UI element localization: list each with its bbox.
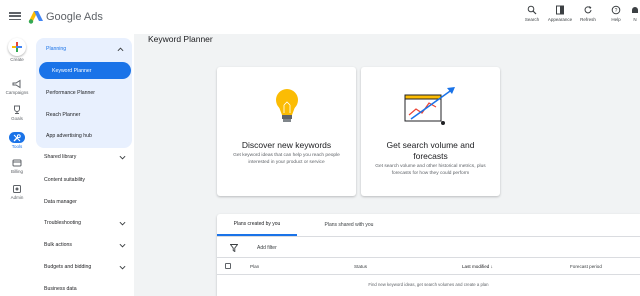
left-rail: Create Campaigns Goals Tools Billing Adm… [0, 34, 34, 296]
svg-text:?: ? [615, 8, 618, 14]
column-header-status[interactable]: Status [354, 264, 367, 269]
select-all-checkbox[interactable] [225, 263, 231, 269]
megaphone-icon [12, 79, 21, 89]
search-label: Search [524, 17, 540, 22]
tabs-divider [217, 236, 640, 237]
rail-item-campaigns[interactable]: Campaigns [0, 79, 34, 95]
add-filter-button[interactable]: Add filter [257, 245, 277, 251]
page-title: Keyword Planner [148, 34, 213, 44]
tools-icon [13, 133, 21, 141]
help-icon: ? [611, 5, 621, 15]
tab-plans-created-by-you[interactable]: Plans created by you [217, 214, 297, 236]
nav-item-reach-planner[interactable]: Reach Planner [46, 112, 80, 118]
empty-state-text: Find new keyword ideas, get search volum… [368, 282, 489, 287]
search-icon [527, 5, 537, 15]
search-volume-title-line2: forecasts [413, 151, 448, 161]
planning-section: Planning Keyword Planner Performance Pla… [36, 38, 132, 148]
trend-chart-icon [404, 87, 455, 125]
rail-item-tools[interactable]: Tools [0, 132, 34, 149]
google-ads-logo [28, 11, 43, 24]
create-label: Create [10, 57, 24, 62]
admin-label: Admin [10, 195, 24, 200]
appearance-label: Appearance [547, 17, 573, 22]
rail-item-goals[interactable]: Goals [0, 105, 34, 121]
rail-item-create[interactable]: Create [0, 38, 34, 62]
refresh-icon [584, 6, 592, 14]
nav-item-budgets-and-bidding[interactable]: Budgets and bidding [44, 264, 91, 270]
admin-gear-icon [13, 185, 21, 193]
last-modified-label: Last modified [462, 264, 490, 269]
nav-item-data-manager[interactable]: Data manager [44, 199, 77, 205]
rail-item-admin[interactable]: Admin [0, 184, 34, 200]
notifications-button[interactable]: N [630, 5, 640, 22]
menu-icon[interactable] [9, 10, 21, 22]
top-bar: Google Ads Search Appearance Refresh ? H… [0, 0, 640, 34]
nav-item-content-suitability[interactable]: Content suitability [44, 177, 85, 183]
tab-plans-shared-with-you[interactable]: Plans shared with you [309, 214, 389, 236]
tools-nav-panel: Planning Keyword Planner Performance Pla… [34, 34, 134, 296]
chevron-down-icon[interactable] [119, 220, 126, 227]
nav-item-business-data[interactable]: Business data [44, 286, 77, 292]
search-volume-forecasts-card[interactable]: Get search volume and forecasts Get searc… [361, 67, 500, 196]
arrow-down-icon: ↓ [490, 264, 493, 269]
filter-divider [217, 257, 640, 258]
tools-active-indicator [9, 132, 25, 143]
trophy-icon [14, 105, 20, 114]
appearance-icon [556, 5, 564, 15]
column-header-forecast-period[interactable]: Forecast period [570, 264, 602, 269]
lightbulb-icon [276, 89, 298, 122]
discover-keywords-title: Discover new keywords [241, 140, 332, 150]
filter-icon[interactable] [230, 244, 238, 252]
credit-card-icon [12, 159, 22, 167]
refresh-label: Refresh [580, 17, 596, 22]
billing-label: Billing [10, 169, 23, 174]
header-actions: Search Appearance Refresh ? Help N [518, 5, 640, 22]
search-button[interactable]: Search [518, 5, 546, 22]
nav-item-keyword-planner[interactable]: Keyword Planner [39, 62, 131, 79]
goals-label: Goals [11, 116, 23, 121]
appearance-button[interactable]: Appearance [546, 5, 574, 22]
header-divider [217, 274, 640, 275]
chevron-down-icon[interactable] [119, 242, 126, 249]
discover-keywords-card[interactable]: Discover new keywords Get keyword ideas … [217, 67, 356, 196]
brand-name: Google Ads [46, 11, 103, 23]
create-button[interactable] [8, 38, 26, 56]
nav-item-shared-library[interactable]: Shared library [44, 154, 76, 160]
column-header-last-modified[interactable]: Last modified ↓ [462, 264, 493, 269]
nav-item-bulk-actions[interactable]: Bulk actions [44, 242, 72, 248]
discover-keywords-description: Get keyword ideas that can help you reac… [233, 153, 340, 165]
search-volume-description: Get search volume and other historical m… [375, 164, 486, 176]
help-label: Help [611, 17, 621, 22]
rail-item-billing[interactable]: Billing [0, 158, 34, 174]
tools-label: Tools [11, 144, 23, 149]
search-volume-title: Get search volume and forecasts [361, 140, 500, 162]
notifications-label: N [633, 17, 637, 22]
campaigns-label: Campaigns [5, 90, 29, 95]
column-header-plan[interactable]: Plan [250, 264, 259, 269]
search-volume-title-line1: Get search volume and [386, 140, 475, 150]
chevron-down-icon[interactable] [119, 264, 126, 271]
nav-item-app-advertising-hub[interactable]: App advertising hub [46, 133, 92, 139]
refresh-button[interactable]: Refresh [574, 5, 602, 22]
plans-panel: Plans created by you Plans shared with y… [217, 214, 640, 296]
nav-item-performance-planner[interactable]: Performance Planner [46, 90, 95, 96]
notifications-icon [632, 7, 638, 13]
help-button[interactable]: ? Help [602, 5, 630, 22]
chevron-up-icon[interactable] [117, 46, 124, 53]
nav-item-troubleshooting[interactable]: Troubleshooting [44, 220, 81, 226]
plus-icon [12, 42, 22, 52]
chevron-down-icon[interactable] [119, 154, 126, 161]
planning-header[interactable]: Planning [46, 46, 66, 52]
